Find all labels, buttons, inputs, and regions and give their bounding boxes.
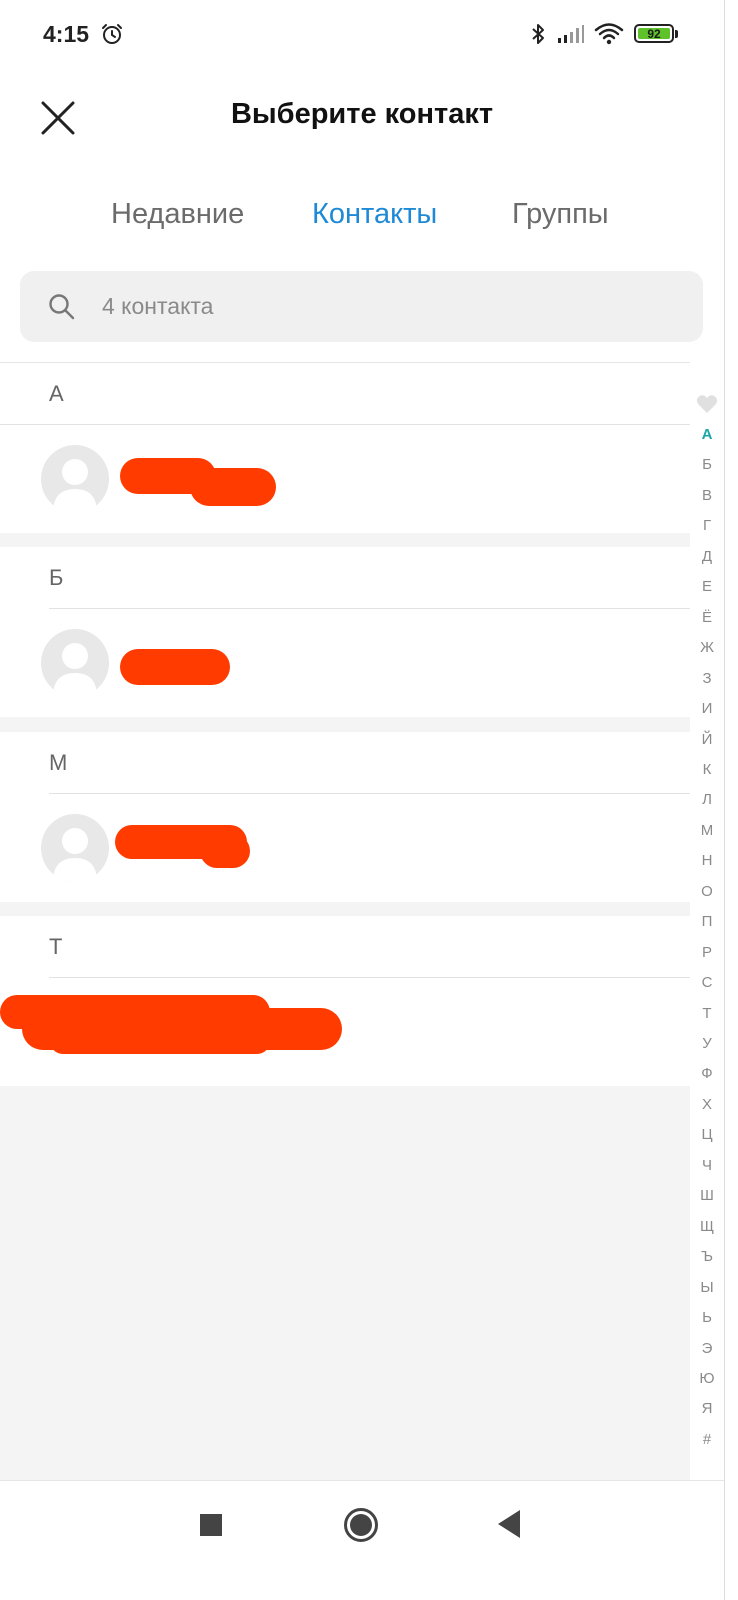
contact-row[interactable]	[0, 794, 690, 902]
section-header: Б	[49, 565, 64, 590]
section-header: А	[49, 381, 64, 406]
alphabet-index-letter[interactable]: #	[692, 1431, 722, 1449]
navigation-bar	[0, 1480, 724, 1600]
tab-groups[interactable]: Группы	[512, 198, 609, 231]
wifi-icon	[594, 22, 624, 51]
redacted-name	[50, 1028, 270, 1054]
default-avatar-icon	[53, 459, 97, 513]
redacted-name	[200, 834, 250, 868]
avatar	[41, 445, 109, 513]
alphabet-index-letter[interactable]: Ю	[692, 1370, 722, 1388]
recent-apps-icon[interactable]	[199, 1513, 223, 1542]
contact-list: А Б М Т	[0, 363, 690, 1480]
alphabet-index-letter[interactable]: Д	[692, 548, 722, 566]
alphabet-index-letter[interactable]: Ё	[692, 609, 722, 627]
alphabet-index-letter[interactable]: Ц	[692, 1126, 722, 1144]
section-header: Т	[49, 934, 63, 959]
alphabet-index-letter[interactable]: Р	[692, 944, 722, 962]
contact-row[interactable]	[0, 609, 690, 717]
bluetooth-icon	[529, 22, 547, 51]
alphabet-index-letter[interactable]: С	[692, 974, 722, 992]
alphabet-index-letter[interactable]: И	[692, 700, 722, 718]
alphabet-index-letter[interactable]: Ч	[692, 1157, 722, 1175]
alphabet-index-letter[interactable]: В	[692, 487, 722, 505]
screen-edge	[724, 0, 738, 1600]
alphabet-index-letter[interactable]: Л	[692, 791, 722, 809]
alphabet-index-letter[interactable]: П	[692, 913, 722, 931]
alphabet-index-letter[interactable]: Н	[692, 852, 722, 870]
alphabet-index-letter[interactable]: Ы	[692, 1279, 722, 1297]
signal-icon	[557, 24, 585, 49]
alphabet-index-letter[interactable]: Е	[692, 578, 722, 596]
alphabet-index-letter[interactable]: А	[692, 426, 722, 444]
tab-contacts[interactable]: Контакты	[312, 198, 437, 231]
alphabet-index-letter[interactable]: Щ	[692, 1218, 722, 1236]
redacted-name	[120, 649, 230, 685]
alphabet-index-letter[interactable]: У	[692, 1035, 722, 1053]
alphabet-index-letter[interactable]: З	[692, 670, 722, 688]
alphabet-index-letter[interactable]: Х	[692, 1096, 722, 1114]
back-icon[interactable]	[496, 1509, 522, 1544]
section-a: А	[0, 363, 690, 533]
search-placeholder: 4 контакта	[102, 293, 214, 319]
default-avatar-icon	[53, 643, 97, 697]
contact-row[interactable]	[0, 425, 690, 533]
alphabet-index-letter[interactable]: Э	[692, 1340, 722, 1358]
tab-bar: Недавние Контакты Группы	[0, 198, 724, 248]
search-input[interactable]: 4 контакта	[20, 271, 703, 342]
alphabet-index-letter[interactable]: М	[692, 822, 722, 840]
alphabet-index-letter[interactable]: О	[692, 883, 722, 901]
alphabet-index-letter[interactable]: Ш	[692, 1187, 722, 1205]
home-icon[interactable]	[343, 1507, 379, 1548]
alphabet-index-letter[interactable]: Я	[692, 1400, 722, 1418]
page-title: Выберите контакт	[230, 98, 494, 130]
battery-tip	[675, 30, 678, 38]
avatar	[41, 814, 109, 882]
battery-level: 92	[647, 26, 661, 41]
alphabet-index-letter[interactable]: Й	[692, 731, 722, 749]
alphabet-index-letter[interactable]: Т	[692, 1005, 722, 1023]
contact-picker-screen: 4:15 92 Выберите контакт Недавние Контак…	[0, 0, 724, 1600]
alphabet-index-letter[interactable]: Б	[692, 456, 722, 474]
tab-recent[interactable]: Недавние	[111, 198, 244, 231]
alphabet-index-letter[interactable]: Ь	[692, 1309, 722, 1327]
section-m: М	[0, 732, 690, 902]
alphabet-index-letter[interactable]: Г	[692, 517, 722, 535]
search-icon	[48, 293, 76, 326]
redacted-name	[190, 468, 276, 506]
section-b: Б	[0, 547, 690, 717]
status-time: 4:15	[43, 21, 90, 47]
avatar	[41, 629, 109, 697]
alarm-icon	[100, 22, 124, 51]
alphabet-index-letter[interactable]: Ж	[692, 639, 722, 657]
alphabet-index-letter[interactable]: Ъ	[692, 1248, 722, 1266]
contact-row[interactable]	[0, 978, 690, 1086]
heart-icon[interactable]	[696, 394, 718, 419]
section-t: Т	[0, 916, 690, 1086]
section-header: М	[49, 750, 68, 775]
status-bar: 4:15 92	[0, 0, 724, 70]
alphabet-index-letter[interactable]: К	[692, 761, 722, 779]
battery-icon: 92	[634, 24, 674, 43]
alphabet-index-letter[interactable]: Ф	[692, 1065, 722, 1083]
default-avatar-icon	[53, 828, 97, 882]
